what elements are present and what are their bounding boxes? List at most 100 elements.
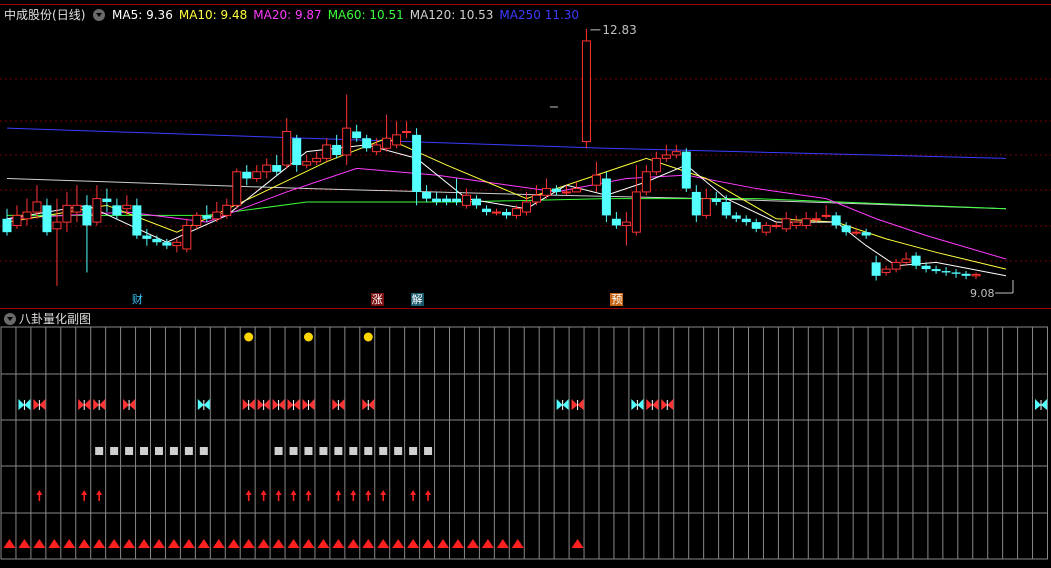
candle-body — [502, 212, 511, 216]
candle-body — [551, 188, 561, 192]
candle-body — [781, 218, 791, 230]
candle-body — [861, 232, 871, 236]
candle-body — [172, 241, 182, 247]
candle-body — [492, 211, 502, 214]
candle-body — [442, 198, 452, 202]
ma-legend-item: MA250 11.30 — [499, 8, 579, 22]
candle-body — [392, 134, 402, 146]
candle-body — [292, 138, 302, 166]
candle-body — [52, 221, 62, 230]
candle-body — [132, 205, 142, 236]
gray-square-icon — [169, 447, 178, 455]
stock-chart-window: 12.83 9.08 中成股份(日线) MA5: 9.36 MA10: 9.48 MA… — [0, 0, 1051, 568]
event-tag[interactable]: 解 — [410, 293, 424, 306]
gray-square-icon — [349, 447, 358, 455]
candle-body — [751, 222, 761, 229]
candle-body — [2, 218, 12, 233]
gray-square-icon — [184, 447, 193, 455]
ma-legend-value: 9.48 — [216, 8, 248, 22]
collapse-button[interactable] — [4, 313, 16, 325]
candle-body — [811, 218, 821, 221]
stock-name: 中成股份 — [4, 8, 53, 22]
candle-body — [422, 191, 432, 199]
ma-legend: MA5: 9.36 MA10: 9.48 MA20: 9.87 MA60: 10.51… — [112, 8, 585, 22]
yellow-dot-icon — [363, 332, 373, 342]
candle-body — [192, 214, 202, 226]
ma-legend-label: MA10: — [178, 8, 217, 22]
high-price-label: 12.83 — [602, 23, 636, 37]
candle-body — [122, 204, 132, 210]
gray-square-icon — [289, 447, 298, 455]
candle-body — [531, 194, 541, 203]
gray-square-icon — [334, 447, 343, 455]
candle-body — [571, 188, 581, 193]
ma-legend-item: MA20: 9.87 — [253, 8, 321, 22]
candle-body — [482, 208, 492, 213]
candle-body — [851, 231, 861, 234]
low-price-label: 9.08 — [970, 287, 995, 300]
candle-body — [352, 131, 362, 139]
event-tag[interactable]: 涨 — [370, 293, 384, 306]
candle-body — [591, 174, 601, 186]
candle-body — [911, 255, 921, 266]
candle-body — [252, 171, 262, 179]
candle-body — [581, 40, 591, 143]
candle-body — [202, 215, 212, 219]
candle-body — [761, 224, 771, 233]
ma-legend-value: 10.53 — [455, 8, 494, 22]
candle-body — [22, 211, 32, 220]
candle-body — [162, 242, 172, 246]
candle-body — [791, 221, 801, 226]
sub-chart-title: 八卦量化副图 — [19, 312, 92, 326]
chart-period: (日线) — [52, 8, 86, 22]
candle-body — [971, 273, 981, 277]
candle-body — [621, 221, 631, 226]
candle-body — [372, 144, 382, 153]
candle-body — [951, 272, 961, 274]
gray-square-icon — [364, 447, 373, 455]
candle-body — [841, 225, 851, 233]
candle-body — [282, 131, 292, 166]
sub-chart-header: 八卦量化副图 — [0, 310, 200, 326]
candle-body — [561, 191, 571, 194]
candle-body — [771, 224, 781, 227]
gray-square-icon — [304, 447, 313, 455]
candle-body — [741, 218, 751, 223]
gray-square-icon — [409, 447, 418, 455]
event-tag[interactable]: 预 — [610, 293, 624, 306]
gray-square-icon — [199, 447, 208, 455]
candle-body — [222, 204, 232, 216]
candle-body — [472, 198, 482, 206]
candle-body — [262, 164, 272, 173]
candle-body — [432, 198, 442, 202]
candle-body — [382, 137, 392, 149]
ma-legend-label: MA120: — [409, 8, 456, 22]
candle — [581, 28, 591, 149]
candle-body — [112, 205, 122, 216]
candle-body — [511, 208, 521, 216]
candle — [232, 168, 242, 209]
candle-body — [302, 161, 312, 166]
candle-body — [931, 269, 941, 272]
candle-body — [721, 201, 731, 216]
candle-body — [312, 157, 322, 163]
candle-body — [462, 194, 472, 206]
collapse-button[interactable] — [93, 9, 106, 21]
candle-body — [322, 144, 332, 159]
event-tag[interactable]: 财 — [130, 293, 144, 306]
candle-body — [32, 201, 42, 213]
candle-body — [182, 224, 192, 250]
candle-body — [631, 191, 641, 233]
candle-body — [691, 191, 701, 216]
gray-square-icon — [125, 447, 134, 455]
candle-body — [521, 201, 531, 213]
ma-legend-item: MA5: 9.36 — [112, 8, 173, 22]
candle-body — [541, 188, 551, 196]
candle-body — [711, 198, 721, 202]
candle-body — [82, 205, 92, 226]
candle-body — [72, 204, 82, 213]
candle-body — [12, 214, 22, 226]
candle-body — [102, 198, 112, 202]
chart-canvas[interactable]: 12.83 9.08 — [0, 0, 1051, 568]
gray-square-icon — [379, 447, 388, 455]
